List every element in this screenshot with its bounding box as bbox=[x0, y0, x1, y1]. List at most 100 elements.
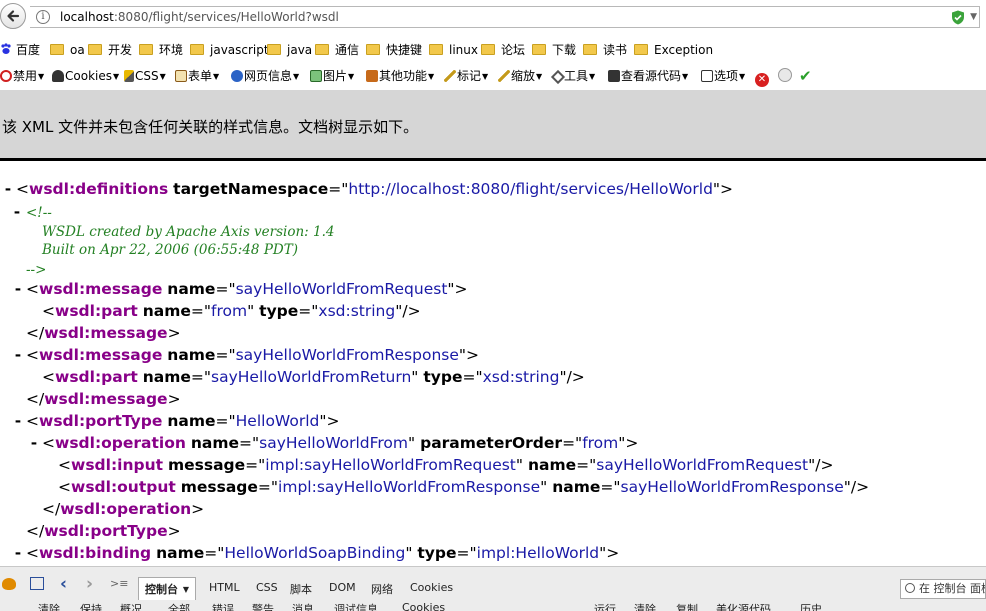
dropdown-arrow-icon: ▼ bbox=[739, 72, 746, 81]
dropdown-arrow-icon: ▼ bbox=[589, 72, 596, 81]
bookmark-download[interactable]: 下载 bbox=[532, 41, 576, 59]
bookmark-javascript[interactable]: javascript bbox=[190, 41, 269, 59]
xml-notice-text: 该 XML 文件并未包含任何关联的样式信息。文档树显示如下。 bbox=[2, 118, 419, 136]
chevron-left-icon[interactable]: ‹ bbox=[60, 574, 67, 594]
page-info-menu[interactable]: 网页信息▼ bbox=[231, 68, 299, 85]
images-menu[interactable]: 图片▼ bbox=[310, 68, 354, 85]
tab-cookies[interactable]: Cookies bbox=[410, 581, 453, 594]
dropdown-arrow-icon: ▼ bbox=[682, 72, 689, 81]
dropdown-arrow-icon: ▼ bbox=[482, 72, 489, 81]
collapse-toggle[interactable]: - bbox=[8, 201, 26, 223]
bookmark-reading[interactable]: 读书 bbox=[583, 41, 627, 59]
bookmarks-bar: 百度 oa 开发 环境 javascript java 通信 快捷键 linux… bbox=[0, 38, 986, 62]
url-text[interactable]: localhost:8080/flight/services/HelloWorl… bbox=[60, 10, 339, 24]
folder-icon bbox=[481, 44, 495, 55]
xml-line: - <wsdl:operation name="sayHelloWorldFrom… bbox=[26, 432, 639, 454]
valid-status-button[interactable]: ✔ bbox=[799, 68, 812, 85]
cookies-menu[interactable]: Cookies▼ bbox=[52, 68, 119, 85]
folder-icon bbox=[88, 44, 102, 55]
search-icon bbox=[905, 583, 915, 593]
folder-icon bbox=[139, 44, 153, 55]
css-menu[interactable]: CSS▼ bbox=[124, 68, 166, 85]
xml-line: <wsdl:part name="sayHelloWorldFromReturn… bbox=[42, 368, 585, 386]
dropdown-arrow-icon[interactable]: ▼ bbox=[970, 12, 977, 22]
bookmark-baidu[interactable]: 百度 bbox=[0, 41, 40, 59]
gray-circle-icon bbox=[778, 68, 792, 82]
pencil-icon bbox=[444, 70, 456, 82]
shield-icon[interactable] bbox=[951, 10, 965, 25]
site-info-icon[interactable]: i bbox=[36, 10, 50, 24]
bookmark-linux[interactable]: linux bbox=[429, 41, 478, 59]
dropdown-arrow-icon: ▼ bbox=[536, 72, 543, 81]
collapse-toggle[interactable]: - bbox=[10, 410, 26, 432]
tab-script[interactable]: 脚本 bbox=[290, 581, 312, 597]
chevron-right-icon[interactable]: › bbox=[86, 574, 93, 594]
bookmark-java[interactable]: java bbox=[267, 41, 312, 59]
xml-line: </wsdl:message> bbox=[26, 324, 181, 342]
outline-menu[interactable]: 标记▼ bbox=[444, 68, 488, 85]
xml-line: - <wsdl:portType name="HelloWorld"> bbox=[10, 410, 340, 432]
bookmark-comm[interactable]: 通信 bbox=[315, 41, 359, 59]
dropdown-arrow-icon: ▼ bbox=[213, 72, 220, 81]
options-menu[interactable]: 选项▼ bbox=[701, 68, 745, 85]
console-search-input[interactable]: 在 控制台 面板 bbox=[900, 579, 986, 599]
misc-menu[interactable]: 其他功能▼ bbox=[366, 68, 434, 85]
collapse-toggle[interactable]: - bbox=[10, 542, 26, 564]
bookmark-shortcuts[interactable]: 快捷键 bbox=[366, 41, 422, 59]
tab-console[interactable]: 控制台 ▼ bbox=[138, 577, 196, 600]
folder-icon bbox=[366, 44, 380, 55]
dropdown-arrow-icon: ▼ bbox=[112, 72, 120, 81]
error-icon: ✕ bbox=[755, 73, 769, 87]
folder-icon bbox=[532, 44, 546, 55]
baidu-paw-icon bbox=[1, 43, 11, 54]
folder-icon bbox=[267, 44, 281, 55]
info-icon bbox=[231, 70, 243, 82]
tab-html[interactable]: HTML bbox=[209, 581, 240, 594]
tools-menu[interactable]: 工具▼ bbox=[550, 68, 596, 85]
web-developer-toolbar: 禁用▼ Cookies▼ CSS▼ 表单▼ 网页信息▼ 图片▼ 其他功能▼ 标记… bbox=[0, 64, 986, 88]
url-field[interactable]: i localhost:8080/flight/services/HelloWo… bbox=[30, 6, 980, 28]
xml-comment-line: Built on Apr 22, 2006 (06:55:48 PDT) bbox=[42, 242, 298, 258]
user-icon bbox=[52, 70, 64, 82]
xml-line: <wsdl:input message="impl:sayHelloWorldF… bbox=[58, 456, 834, 474]
warning-status-button[interactable] bbox=[778, 68, 793, 84]
collapse-toggle[interactable]: - bbox=[26, 432, 42, 454]
tab-dom[interactable]: DOM bbox=[329, 581, 356, 594]
xml-tree: - <wsdl:definitions targetNamespace="http… bbox=[0, 162, 986, 566]
folder-icon bbox=[190, 44, 204, 55]
xml-line: - <wsdl:message name="sayHelloWorldFromRe… bbox=[10, 344, 479, 366]
tab-network[interactable]: 网络 bbox=[371, 581, 393, 597]
folder-icon bbox=[429, 44, 443, 55]
collapse-toggle[interactable]: - bbox=[0, 178, 16, 200]
firebug-icon[interactable] bbox=[2, 578, 16, 590]
forms-menu[interactable]: 表单▼ bbox=[175, 68, 219, 85]
xml-line: <wsdl:part name="from" type="xsd:string"… bbox=[42, 302, 421, 320]
bookmark-env[interactable]: 环境 bbox=[139, 41, 183, 59]
command-icon[interactable]: >≡ bbox=[110, 577, 128, 590]
resize-icon bbox=[498, 70, 510, 82]
xml-line: - <wsdl:message name="sayHelloWorldFromRe… bbox=[10, 278, 468, 300]
source-icon bbox=[608, 70, 620, 82]
back-button[interactable] bbox=[0, 3, 26, 29]
dropdown-arrow-icon: ▼ bbox=[38, 72, 45, 81]
xml-comment-line: --> bbox=[26, 262, 47, 278]
dropdown-arrow-icon: ▼ bbox=[348, 72, 355, 81]
view-source-menu[interactable]: 查看源代码▼ bbox=[608, 68, 688, 85]
wrench-icon bbox=[550, 69, 566, 85]
error-status-button[interactable]: ✕ bbox=[755, 68, 770, 87]
xml-line: - <wsdl:binding name="HelloWorldSoapBindi… bbox=[10, 542, 619, 564]
bookmark-exception[interactable]: Exception bbox=[634, 41, 713, 59]
xml-line: </wsdl:portType> bbox=[26, 522, 181, 540]
checkmark-icon: ✔ bbox=[799, 67, 812, 85]
tab-css[interactable]: CSS bbox=[256, 581, 278, 594]
bookmark-dev[interactable]: 开发 bbox=[88, 41, 132, 59]
inspect-icon[interactable] bbox=[30, 577, 44, 590]
firebug-tabbar: ‹ › >≡ 控制台 ▼ HTML CSS 脚本 DOM 网络 Cookies … bbox=[0, 573, 986, 600]
bookmark-oa[interactable]: oa bbox=[50, 41, 85, 59]
resize-menu[interactable]: 缩放▼ bbox=[498, 68, 542, 85]
disable-menu[interactable]: 禁用▼ bbox=[0, 68, 44, 85]
collapse-toggle[interactable]: - bbox=[10, 344, 26, 366]
bookmark-forum[interactable]: 论坛 bbox=[481, 41, 525, 59]
collapse-toggle[interactable]: - bbox=[10, 278, 26, 300]
image-icon bbox=[310, 70, 322, 82]
